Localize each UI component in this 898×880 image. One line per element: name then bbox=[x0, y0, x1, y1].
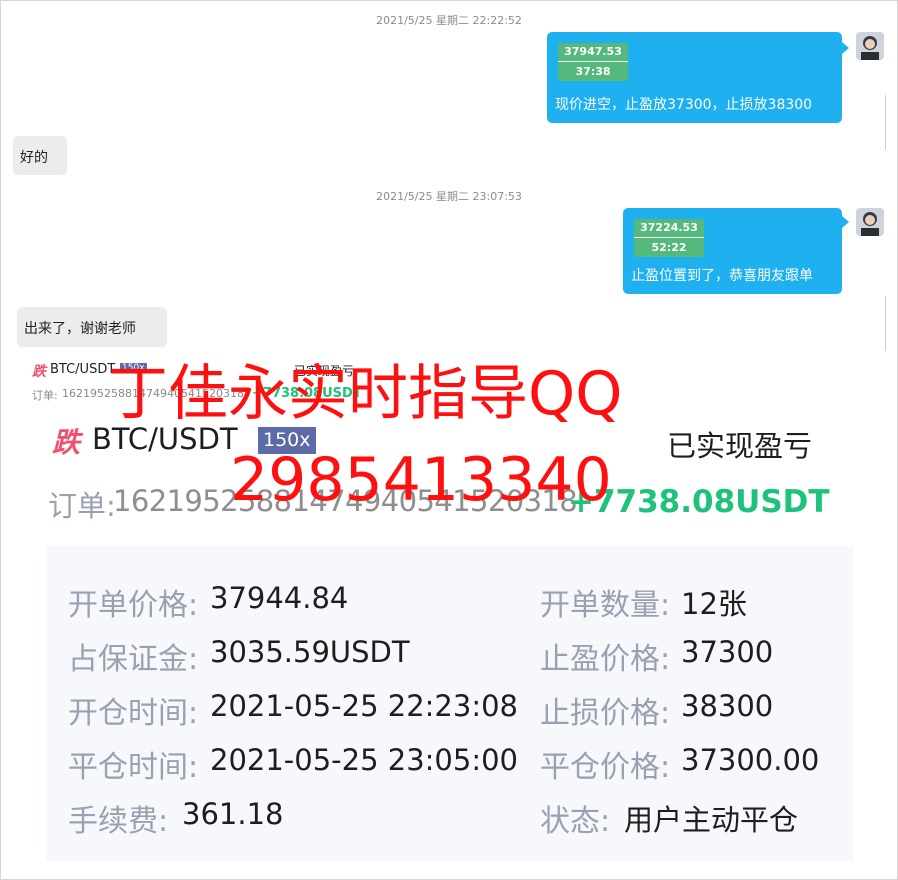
price-thumbnail[interactable]: 37224.53 52:22 bbox=[634, 219, 704, 257]
field-value: 3035.59USDT bbox=[210, 635, 410, 669]
field-label: 占保证金: bbox=[68, 642, 199, 677]
direction-badge: 跌 bbox=[52, 426, 81, 459]
incoming-message[interactable]: 出来了，谢谢老师 bbox=[17, 307, 167, 347]
pair-label: BTC/USDT bbox=[50, 362, 116, 377]
outgoing-message[interactable]: 37224.53 52:22 止盈位置到了，恭喜朋友跟单 bbox=[623, 208, 842, 294]
outgoing-message[interactable]: 37947.53 37:38 现价进空，止盈放37300，止损放38300 bbox=[547, 32, 842, 123]
field-label: 状态: bbox=[540, 804, 611, 839]
field-value: 2021-05-25 22:23:08 bbox=[210, 689, 518, 723]
field-label: 止损价格: bbox=[540, 696, 671, 731]
thumbnail-price: 37947.53 bbox=[558, 43, 628, 62]
order-fields-panel: 开单价格: 37944.84 占保证金: 3035.59USDT 开仓时间: 2021-0… bbox=[46, 546, 853, 861]
message-text: 出来了，谢谢老师 bbox=[24, 321, 136, 337]
field-label: 开单数量: bbox=[540, 588, 671, 623]
field-value: 37300 bbox=[681, 635, 774, 669]
incoming-message[interactable]: 好的 bbox=[13, 136, 67, 175]
user-avatar-icon bbox=[856, 32, 884, 60]
field-label: 开单价格: bbox=[68, 588, 199, 623]
message-text: 现价进空，止盈放37300，止损放38300 bbox=[555, 97, 813, 113]
timestamp: 2021/5/25 星期二 23:07:53 bbox=[376, 190, 522, 203]
order-prefix: 订单: bbox=[48, 489, 116, 523]
timestamp: 2021/5/25 星期二 22:22:52 bbox=[376, 14, 522, 27]
thumbnail-time: 52:22 bbox=[651, 241, 687, 254]
message-text: 止盈位置到了，恭喜朋友跟单 bbox=[631, 268, 813, 284]
field-label: 开仓时间: bbox=[68, 696, 199, 731]
avatar[interactable] bbox=[856, 208, 884, 236]
scrollbar[interactable] bbox=[885, 296, 886, 351]
message-text: 好的 bbox=[20, 150, 48, 166]
bubble-tail bbox=[842, 216, 849, 228]
field-label: 手续费: bbox=[68, 804, 169, 839]
field-value: 12张 bbox=[681, 587, 747, 621]
watermark-line1: 丁佳永实时指导QQ bbox=[108, 359, 623, 429]
scrollbar[interactable] bbox=[885, 95, 886, 150]
field-value: 361.18 bbox=[182, 797, 284, 831]
field-label: 平仓价格: bbox=[540, 750, 671, 785]
watermark-line2: 2985413340 bbox=[230, 445, 612, 515]
thumbnail-time: 37:38 bbox=[575, 65, 611, 78]
order-prefix: 订单: bbox=[32, 389, 58, 402]
avatar[interactable] bbox=[856, 32, 884, 60]
field-value: 38300 bbox=[681, 689, 774, 723]
thumbnail-price: 37224.53 bbox=[634, 219, 704, 238]
field-label: 平仓时间: bbox=[68, 750, 199, 785]
field-value: 37944.84 bbox=[210, 581, 349, 615]
price-thumbnail[interactable]: 37947.53 37:38 bbox=[558, 43, 628, 81]
field-label: 止盈价格: bbox=[540, 642, 671, 677]
direction-badge: 跌 bbox=[32, 364, 46, 380]
field-value: 37300.00 bbox=[681, 743, 820, 777]
realized-label: 已实现盈亏 bbox=[667, 429, 813, 463]
user-avatar-icon bbox=[856, 208, 884, 236]
field-value: 用户主动平仓 bbox=[624, 803, 799, 837]
bubble-tail bbox=[842, 42, 849, 54]
field-value: 2021-05-25 23:05:00 bbox=[210, 743, 518, 777]
